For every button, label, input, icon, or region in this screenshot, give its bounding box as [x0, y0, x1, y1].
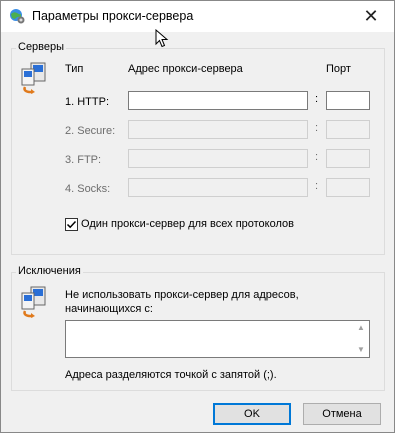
secure-address-input[interactable] — [128, 120, 308, 139]
title-bar: Параметры прокси-сервера ✕ — [1, 1, 394, 32]
mouse-cursor-icon — [155, 29, 169, 48]
window-title: Параметры прокси-сервера — [32, 9, 194, 23]
exceptions-hint: Адреса разделяются точкой с запятой (;). — [65, 369, 277, 381]
column-type: Тип — [65, 63, 84, 75]
socks-address-input[interactable] — [128, 178, 308, 197]
cancel-button[interactable]: Отмена — [303, 403, 381, 425]
proxy-settings-dialog: Параметры прокси-сервера ✕ Серверы Тип А… — [0, 0, 395, 433]
ok-button[interactable]: OK — [213, 403, 291, 425]
separator: : — [315, 151, 319, 163]
close-icon[interactable]: ✕ — [348, 1, 394, 32]
servers-group-label: Серверы — [16, 41, 67, 53]
same-proxy-checkbox[interactable] — [65, 218, 78, 231]
scroll-down-icon[interactable]: ▼ — [355, 345, 367, 355]
socks-port-input[interactable] — [326, 178, 370, 197]
globe-settings-icon — [10, 9, 25, 24]
checkmark-icon — [66, 220, 77, 229]
network-computer-icon — [21, 62, 46, 94]
separator: : — [315, 180, 319, 192]
row-label-socks: 4. Socks: — [65, 183, 111, 195]
ftp-address-input[interactable] — [128, 149, 308, 168]
exceptions-textarea[interactable]: ▲ ▼ — [65, 320, 370, 358]
network-computer-icon — [21, 286, 46, 318]
scroll-up-icon[interactable]: ▲ — [355, 323, 367, 333]
column-port: Порт — [326, 63, 351, 75]
row-label-secure: 2. Secure: — [65, 125, 116, 137]
exceptions-description: Не использовать прокси-сервер для адресо… — [65, 289, 299, 315]
http-address-input[interactable] — [128, 91, 308, 110]
row-label-http: 1. HTTP: — [65, 96, 110, 108]
ftp-port-input[interactable] — [326, 149, 370, 168]
exceptions-group-label: Исключения — [16, 265, 83, 277]
row-label-ftp: 3. FTP: — [65, 154, 102, 166]
http-port-input[interactable] — [326, 91, 370, 110]
secure-port-input[interactable] — [326, 120, 370, 139]
same-proxy-label[interactable]: Один прокси-сервер для всех протоколов — [81, 218, 294, 230]
separator: : — [315, 122, 319, 134]
column-address: Адрес прокси-сервера — [128, 63, 243, 75]
separator: : — [315, 93, 319, 105]
